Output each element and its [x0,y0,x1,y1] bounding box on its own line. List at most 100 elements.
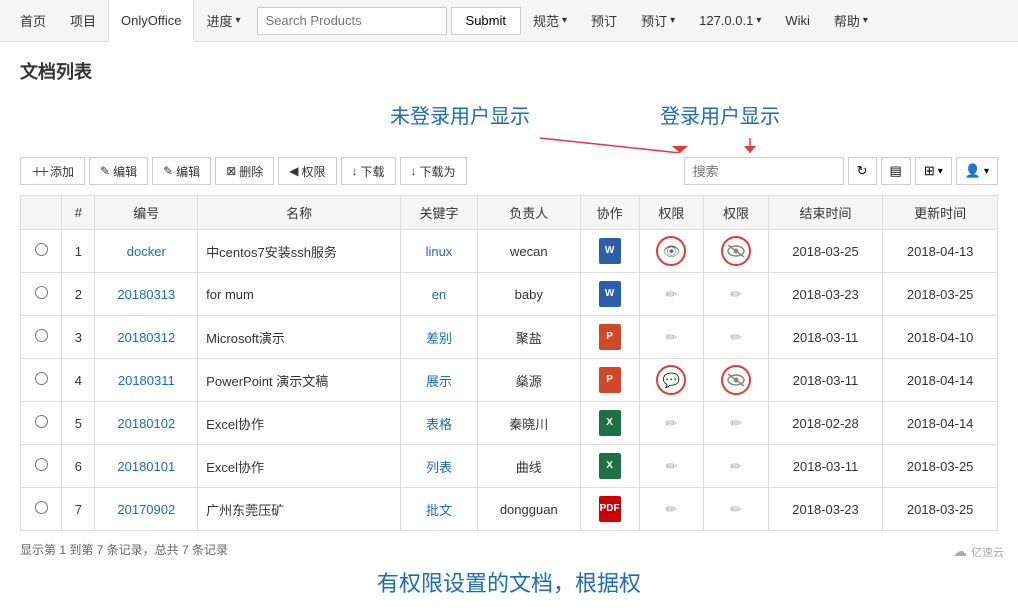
edit-icon[interactable]: ✏ [656,494,686,524]
delete-icon: ⊠ [226,164,236,178]
cell-number-2[interactable]: 20180313 [95,273,198,316]
row-radio-4[interactable] [35,372,48,385]
nav-home[interactable]: 首页 [8,0,58,42]
search-input[interactable] [257,7,447,35]
cell-perm2-7[interactable]: ✏ [704,488,769,531]
edit-button-1[interactable]: ✎ 编辑 [89,157,148,185]
nav-rules[interactable]: 规范 ▾ [521,0,579,42]
cell-number-4[interactable]: 20180311 [95,359,198,402]
nav-onlyoffice[interactable]: OnlyOffice [108,0,194,42]
cell-keyword-1[interactable]: linux [401,230,478,273]
col-perm1: 权限 [639,196,704,230]
refresh-button[interactable]: ↻ [848,157,877,185]
cell-owner-2: baby [477,273,580,316]
eye-slash-icon[interactable] [721,236,751,266]
cell-perm2-3[interactable]: ✏ [704,316,769,359]
cell-keyword-5[interactable]: 表格 [401,402,478,445]
nav-project[interactable]: 项目 [58,0,108,42]
row-radio-7[interactable] [35,501,48,514]
table-search-input[interactable] [684,157,844,185]
grid-view-button[interactable]: ⊞ ▾ [915,157,952,185]
edit-icon[interactable]: ✏ [656,451,686,481]
eye-icon[interactable]: 👁 [656,236,686,266]
cell-end-6: 2018-03-11 [768,445,883,488]
cell-end-5: 2018-02-28 [768,402,883,445]
table-row: 4 20180311 PowerPoint 演示文稿 展示 燊源 P 💬 201… [21,359,998,402]
annotation-logged-in: 登录用户显示 [660,100,780,129]
cell-owner-7: dongguan [477,488,580,531]
list-view-button[interactable]: ▤ [881,157,911,185]
annotations-row: 未登录用户显示 登录用户显示 [20,98,998,153]
table-row: 1 docker 中centos7安装ssh服务 linux wecan W 👁… [21,230,998,273]
cell-collab-7: PDF [580,488,639,531]
cell-keyword-7[interactable]: 批文 [401,488,478,531]
cell-keyword-4[interactable]: 展示 [401,359,478,402]
download-icon: ↓ [352,164,358,178]
edit-button-2[interactable]: ✎ 编辑 [152,157,211,185]
cell-keyword-6[interactable]: 列表 [401,445,478,488]
edit-icon[interactable]: ✏ [656,322,686,352]
row-radio-3[interactable] [35,329,48,342]
cell-perm2-1[interactable] [704,230,769,273]
cell-perm1-4[interactable]: 💬 [639,359,704,402]
nav-progress[interactable]: 进度 ▾ [194,0,252,42]
file-type-icon: W [599,281,621,307]
comment-icon[interactable]: 💬 [656,365,686,395]
edit-icon[interactable]: ✏ [721,322,751,352]
delete-button[interactable]: ⊠ 删除 [215,157,274,185]
edit-icon[interactable]: ✏ [721,408,751,438]
nav-wiki[interactable]: Wiki [773,0,822,42]
cell-perm2-5[interactable]: ✏ [704,402,769,445]
submit-button[interactable]: Submit [451,7,521,35]
user-icon: 👤 [965,163,981,179]
edit-icon[interactable]: ✏ [721,451,751,481]
nav-ip[interactable]: 127.0.0.1 ▾ [687,0,773,42]
cell-perm1-2[interactable]: ✏ [639,273,704,316]
permission-button[interactable]: ◀ 权限 [278,157,336,185]
row-radio-2[interactable] [35,286,48,299]
cell-number-6[interactable]: 20180101 [95,445,198,488]
row-radio-1[interactable] [35,243,48,256]
refresh-icon: ↻ [857,163,868,179]
edit-icon-1: ✎ [100,164,110,178]
edit-icon[interactable]: ✏ [721,279,751,309]
cell-perm1-1[interactable]: 👁 [639,230,704,273]
download-button[interactable]: ↓ 下载 [341,157,396,185]
cell-name-5: Excel协作 [198,402,401,445]
cell-name-7: 广州东莞压矿 [198,488,401,531]
user-icon-button[interactable]: 👤 ▾ [956,157,998,185]
top-navigation: 首页 项目 OnlyOffice 进度 ▾ Submit 规范 ▾ 预订 预订 … [0,0,1018,42]
download-as-button[interactable]: ↓ 下载为 [400,157,467,185]
cell-owner-5: 秦晓川 [477,402,580,445]
cell-perm2-4[interactable] [704,359,769,402]
nav-help[interactable]: 帮助 ▾ [822,0,880,42]
cell-perm1-6[interactable]: ✏ [639,445,704,488]
cell-id-7: 7 [62,488,95,531]
grid-icon: ⊞ [924,163,935,179]
add-button[interactable]: ＋ ＋添加 [20,157,85,185]
cell-keyword-3[interactable]: 差别 [401,316,478,359]
cell-perm2-6[interactable]: ✏ [704,445,769,488]
cell-perm1-5[interactable]: ✏ [639,402,704,445]
cell-number-5[interactable]: 20180102 [95,402,198,445]
chevron-down-icon: ▾ [863,15,868,26]
nav-prebook[interactable]: 预订 [579,0,629,42]
nav-prebook2[interactable]: 预订 ▾ [629,0,687,42]
eye-slash-icon[interactable] [721,365,751,395]
cell-number-3[interactable]: 20180312 [95,316,198,359]
cell-number-7[interactable]: 20170902 [95,488,198,531]
edit-icon[interactable]: ✏ [656,408,686,438]
cell-perm1-3[interactable]: ✏ [639,316,704,359]
row-radio-6[interactable] [35,458,48,471]
row-radio-5[interactable] [35,415,48,428]
edit-icon[interactable]: ✏ [656,279,686,309]
cell-name-1: 中centos7安装ssh服务 [198,230,401,273]
cell-perm2-2[interactable]: ✏ [704,273,769,316]
cell-keyword-2[interactable]: en [401,273,478,316]
cell-owner-1: wecan [477,230,580,273]
cell-number-1[interactable]: docker [95,230,198,273]
table-row: 7 20170902 广州东莞压矿 批文 dongguan PDF ✏ ✏ 20… [21,488,998,531]
page-title: 文档列表 [20,58,998,84]
edit-icon[interactable]: ✏ [721,494,751,524]
cell-perm1-7[interactable]: ✏ [639,488,704,531]
